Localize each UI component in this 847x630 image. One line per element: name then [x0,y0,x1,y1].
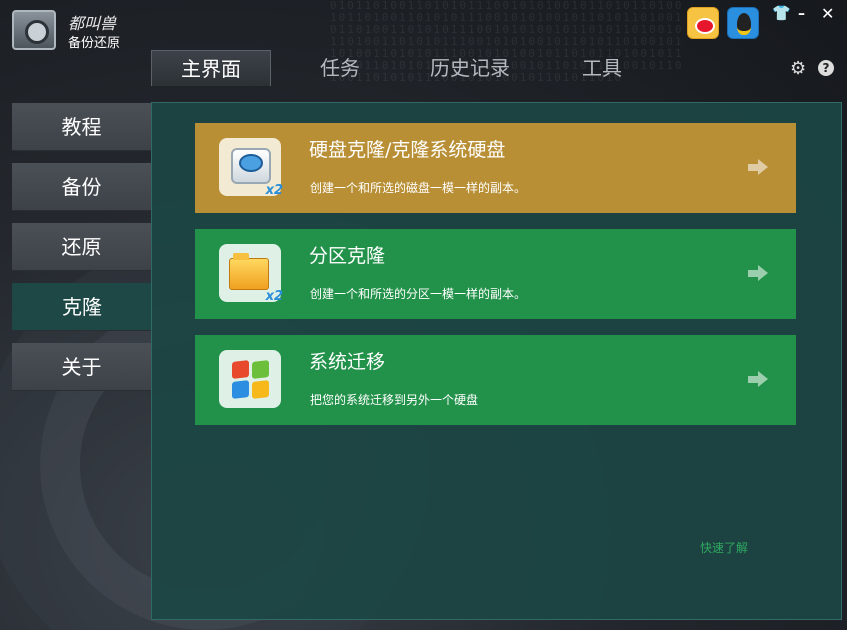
folder-clone-icon: x2 [219,244,283,304]
arrow-right-icon [748,159,768,175]
partition-clone-card[interactable]: x2 分区克隆 创建一个和所选的分区一模一样的副本。 [195,229,796,319]
app-logo-icon [12,10,56,50]
tab-tasks[interactable]: 任务 [300,50,380,86]
app-brand: 都叫兽 [68,14,117,33]
windows-logo-icon [219,350,281,408]
skin-icon[interactable]: 👕 [772,4,791,22]
sidebar-item-tutorial[interactable]: 教程 [12,103,151,151]
card-title: 分区克隆 [309,245,386,267]
sidebar-item-restore[interactable]: 还原 [12,223,151,271]
arrow-right-icon [748,265,768,281]
close-icon[interactable]: ✕ [821,4,834,23]
app-subtitle: 备份还原 [68,36,121,51]
main-panel: x2 硬盘克隆/克隆系统硬盘 创建一个和所选的磁盘一模一样的副本。 x2 分区克… [151,102,842,620]
quick-learn-link[interactable]: 快速了解 [700,539,748,556]
x2-badge: x2 [265,183,283,198]
help-icon[interactable]: ? [818,60,834,76]
qq-icon[interactable] [727,7,759,39]
disk-clone-icon: x2 [219,138,283,198]
tab-history[interactable]: 历史记录 [410,50,530,86]
sidebar-item-about[interactable]: 关于 [12,343,151,391]
minimize-icon[interactable]: – [798,6,805,22]
disk-clone-card[interactable]: x2 硬盘克隆/克隆系统硬盘 创建一个和所选的磁盘一模一样的副本。 [195,123,796,213]
arrow-right-icon [748,371,768,387]
card-description: 创建一个和所选的磁盘一模一样的副本。 [310,181,527,195]
card-title: 硬盘克隆/克隆系统硬盘 [309,139,506,161]
tab-tools[interactable]: 工具 [560,50,644,86]
system-migration-card[interactable]: 系统迁移 把您的系统迁移到另外一个硬盘 [195,335,796,425]
x2-badge: x2 [265,289,283,304]
card-description: 创建一个和所选的分区一模一样的副本。 [310,287,527,301]
card-description: 把您的系统迁移到另外一个硬盘 [310,393,479,407]
weibo-icon[interactable] [687,7,719,39]
tab-main[interactable]: 主界面 [151,50,271,86]
card-title: 系统迁移 [309,351,386,373]
sidebar-item-backup[interactable]: 备份 [12,163,151,211]
sidebar-item-clone[interactable]: 克隆 [12,283,152,331]
gear-icon[interactable]: ⚙ [790,58,806,79]
